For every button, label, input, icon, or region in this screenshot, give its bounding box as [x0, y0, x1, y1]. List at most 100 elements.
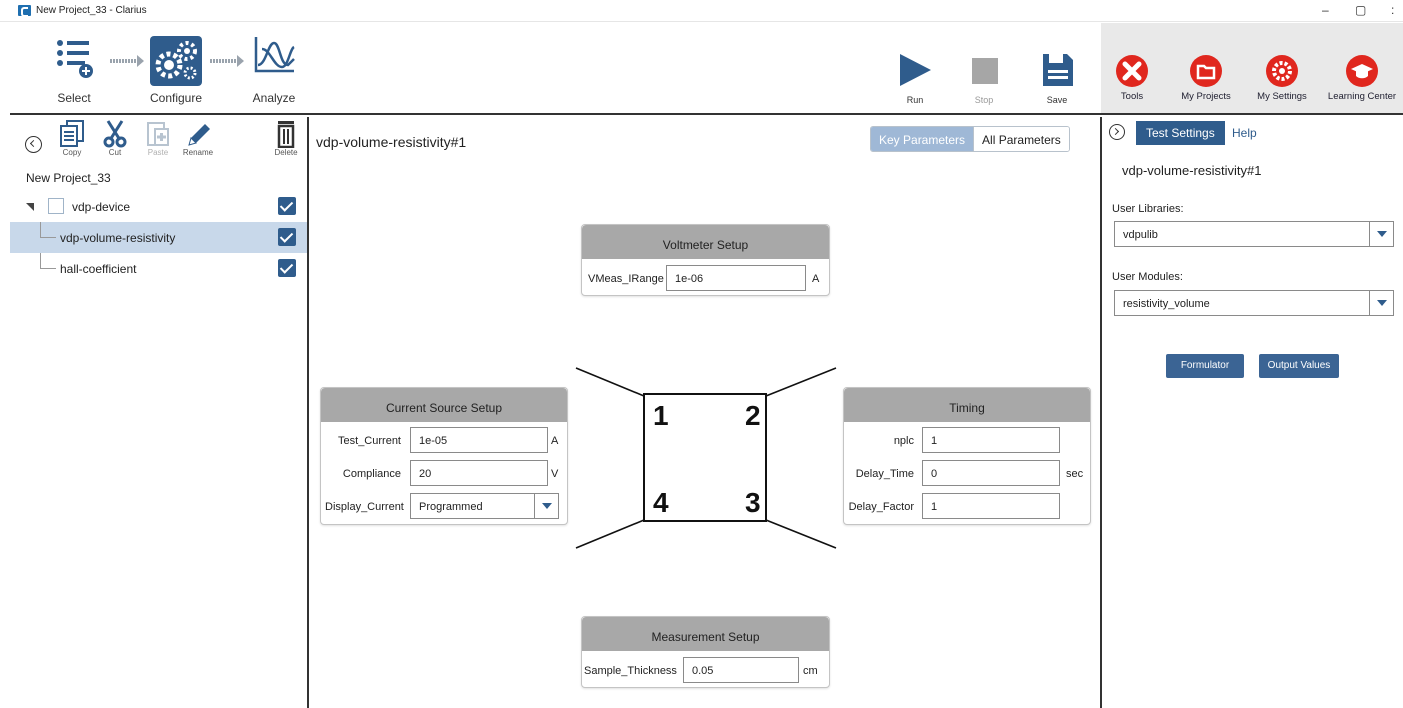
vdp-sample-diagram: [575, 367, 837, 549]
test-settings-pane: Test Settings Help vdp-volume-resistivit…: [1100, 117, 1403, 708]
stop-icon: [972, 58, 998, 84]
nplc-input[interactable]: 1: [922, 427, 1060, 453]
delay-time-input[interactable]: 0: [922, 460, 1060, 486]
test-title: vdp-volume-resistivity#1: [316, 134, 467, 150]
chevron-left-icon: [29, 139, 38, 148]
window-title: New Project_33 - Clarius: [36, 5, 147, 16]
field-row: Compliance 20 V: [321, 460, 567, 488]
tools-label: Tools: [1120, 91, 1144, 102]
field-row: Test_Current 1e-05 A: [321, 427, 567, 455]
card-title: Timing: [844, 388, 1090, 422]
checkbox-vdp-device[interactable]: [278, 197, 296, 215]
chevron-down-icon[interactable]: [1369, 222, 1393, 246]
workflow-configure-button[interactable]: Configure: [144, 31, 224, 111]
main-toolbar: Select Configure Analyze Run Stop Save T…: [10, 23, 1403, 115]
more-button[interactable]: :: [1391, 3, 1394, 17]
save-button[interactable]: Save: [1032, 53, 1082, 105]
play-icon: [900, 54, 931, 86]
user-libraries-select[interactable]: vdpulib: [1114, 221, 1394, 247]
field-row: nplc 1: [844, 427, 1090, 455]
tree-item-label: vdp-device: [72, 200, 131, 214]
field-label: Display_Current: [325, 501, 404, 513]
vmeas-irange-input[interactable]: 1e-06: [666, 265, 806, 291]
test-current-input[interactable]: 1e-05: [410, 427, 548, 453]
tree-item-hall-coefficient[interactable]: hall-coefficient: [10, 253, 307, 284]
card-title: Voltmeter Setup: [582, 225, 829, 259]
field-label: Test_Current: [338, 435, 401, 447]
delete-label: Delete: [274, 148, 298, 157]
expand-triangle-icon[interactable]: [26, 203, 34, 211]
output-values-button[interactable]: Output Values: [1259, 354, 1339, 378]
parameters-toggle: Key Parameters All Parameters: [870, 126, 1070, 152]
collapse-pane-button[interactable]: [25, 136, 42, 153]
tools-button[interactable]: Tools: [1092, 55, 1172, 102]
field-row: Delay_Time 0 sec: [844, 460, 1090, 488]
expand-pane-button[interactable]: [1109, 124, 1125, 140]
sample-thickness-input[interactable]: 0.05: [683, 657, 799, 683]
tree-item-label: hall-coefficient: [60, 262, 137, 276]
save-label: Save: [1046, 95, 1068, 105]
field-label: VMeas_IRange: [588, 273, 664, 285]
field-unit: cm: [803, 665, 818, 677]
delay-factor-input[interactable]: 1: [922, 493, 1060, 519]
key-parameters-tab[interactable]: Key Parameters: [871, 127, 974, 151]
paste-label: Paste: [147, 148, 169, 157]
gear-icon: [1266, 55, 1298, 87]
cut-button[interactable]: Cut: [97, 120, 133, 157]
stop-button[interactable]: Stop: [959, 53, 1009, 105]
all-parameters-tab[interactable]: All Parameters: [973, 127, 1069, 151]
copy-label: Copy: [62, 148, 82, 157]
terminal-3-label: 3: [745, 487, 761, 518]
formulator-button[interactable]: Formulator: [1166, 354, 1244, 378]
tree-item-label: vdp-volume-resistivity: [60, 231, 176, 245]
tree-item-vdp-volume-resistivity[interactable]: vdp-volume-resistivity: [10, 222, 307, 253]
scissors-icon: [97, 120, 133, 148]
workflow-select-button[interactable]: Select: [46, 31, 102, 111]
gears-icon: [150, 36, 202, 86]
field-unit: A: [551, 435, 559, 447]
rename-button[interactable]: Rename: [180, 120, 216, 157]
folder-icon: [1190, 55, 1222, 87]
field-label: nplc: [893, 435, 914, 447]
user-libraries-label: User Libraries:: [1112, 203, 1184, 215]
terminal-2-label: 2: [745, 400, 761, 431]
chevron-down-icon[interactable]: [1369, 291, 1393, 315]
display-current-select[interactable]: Programmed: [410, 493, 559, 519]
paste-button[interactable]: Paste: [140, 120, 176, 157]
minimize-button[interactable]: –: [1322, 3, 1329, 17]
delete-button[interactable]: Delete: [268, 120, 304, 157]
terminal-1-label: 1: [653, 400, 669, 431]
list-add-icon: [57, 40, 93, 78]
workflow-analyze-label: Analyze: [252, 91, 296, 105]
tree-connector: [40, 268, 56, 269]
compliance-input[interactable]: 20: [410, 460, 548, 486]
user-modules-select[interactable]: resistivity_volume: [1114, 290, 1394, 316]
graph-icon: [254, 37, 295, 73]
my-settings-button[interactable]: My Settings: [1242, 55, 1322, 102]
learning-center-label: Learning Center: [1327, 91, 1397, 102]
tree-item-vdp-device[interactable]: vdp-device: [10, 191, 307, 222]
checkbox-vdp-volume-resistivity[interactable]: [278, 228, 296, 246]
paste-icon: [140, 120, 176, 148]
tab-help[interactable]: Help: [1222, 121, 1267, 145]
run-button[interactable]: Run: [890, 53, 940, 105]
my-projects-button[interactable]: My Projects: [1166, 55, 1246, 102]
project-name: New Project_33: [26, 171, 111, 185]
chevron-down-icon[interactable]: [534, 494, 558, 518]
workflow-analyze-button[interactable]: Analyze: [246, 31, 302, 111]
copy-button[interactable]: Copy: [54, 120, 90, 157]
field-label: Sample_Thickness: [584, 665, 677, 677]
restore-button[interactable]: ▢: [1355, 3, 1366, 17]
device-icon: [48, 198, 64, 214]
checkbox-hall-coefficient[interactable]: [278, 259, 296, 277]
tree-connector: [40, 253, 41, 269]
tab-test-settings[interactable]: Test Settings: [1136, 121, 1225, 145]
workflow-configure-label: Configure: [149, 91, 203, 105]
test-config-pane: vdp-volume-resistivity#1 Key Parameters …: [311, 117, 1100, 708]
timing-card: Timing nplc 1 Delay_Time 0 sec Delay_Fac…: [843, 387, 1091, 525]
learning-center-button[interactable]: Learning Center: [1320, 55, 1403, 102]
save-icon: [1043, 54, 1073, 86]
tree-toolbar: Copy Cut Paste Rename Delete: [10, 117, 307, 165]
workflow-arrow-icon: [110, 55, 144, 67]
field-label: Compliance: [342, 468, 401, 480]
